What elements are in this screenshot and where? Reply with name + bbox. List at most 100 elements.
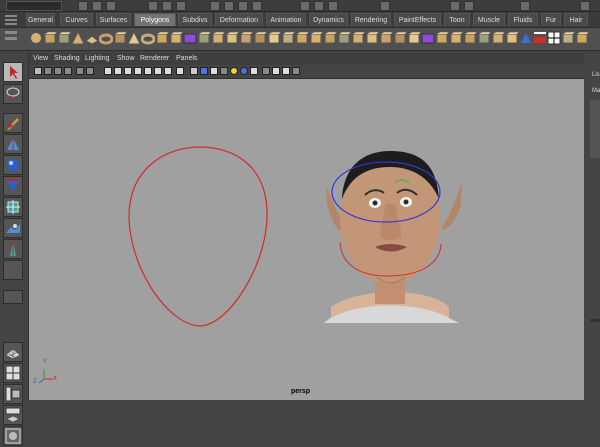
poke-icon[interactable] <box>379 31 394 45</box>
select-hierarchy-icon[interactable] <box>148 1 158 11</box>
tab-general[interactable]: General <box>26 13 55 26</box>
layout-render-icon[interactable] <box>3 426 23 446</box>
channel-box-icon[interactable] <box>464 1 474 11</box>
mirror-icon[interactable] <box>267 31 282 45</box>
wireframe-icon[interactable] <box>176 67 184 75</box>
grid-toggle-icon[interactable] <box>104 67 112 75</box>
field-chart-icon[interactable] <box>144 67 152 75</box>
uv-editor-icon[interactable] <box>547 31 561 45</box>
shelf-options-icon[interactable] <box>5 31 17 47</box>
grease-pencil-icon[interactable] <box>86 67 94 75</box>
layout-four-pane-icon[interactable] <box>3 363 23 383</box>
tab-rendering[interactable]: Rendering <box>351 13 391 26</box>
tab-dynamics[interactable]: Dynamics <box>309 13 348 26</box>
pyramid-icon[interactable] <box>127 30 141 45</box>
separate-icon[interactable] <box>197 31 212 45</box>
bevel-icon[interactable] <box>351 31 366 45</box>
tool-settings-icon[interactable] <box>520 1 530 11</box>
snap-plane-icon[interactable] <box>252 1 262 11</box>
select-component-icon[interactable] <box>176 1 186 11</box>
append-icon[interactable] <box>295 31 310 45</box>
duplicate-face-icon[interactable] <box>407 31 422 45</box>
history-icon[interactable] <box>300 1 310 11</box>
extract-icon[interactable] <box>211 31 226 45</box>
tab-surfaces[interactable]: Surfaces <box>96 13 131 26</box>
planar-icon[interactable] <box>561 31 576 45</box>
nurbs-curve[interactable] <box>128 146 268 327</box>
resolution-gate-icon[interactable] <box>124 67 132 75</box>
sidebar-toggle-icon[interactable] <box>450 1 460 11</box>
boolean-icon[interactable] <box>225 31 240 45</box>
lasso-tool-icon[interactable] <box>3 84 23 104</box>
average-icon[interactable] <box>253 31 268 45</box>
split-icon[interactable] <box>309 31 324 45</box>
combine-icon[interactable] <box>183 31 197 45</box>
high-quality-icon[interactable] <box>250 67 258 75</box>
snap-point-icon[interactable] <box>238 1 248 11</box>
layout-single-pane-icon[interactable] <box>3 342 23 362</box>
shelf-gripper-icon[interactable] <box>5 15 17 25</box>
menu-set-dropdown[interactable] <box>6 1 62 11</box>
open-scene-icon[interactable] <box>92 1 102 11</box>
image-plane-icon[interactable] <box>64 67 72 75</box>
select-tool-icon[interactable] <box>3 62 23 82</box>
paint-select-tool-icon[interactable] <box>3 113 23 133</box>
tab-muscle[interactable]: Muscle <box>473 13 505 26</box>
menu-show[interactable]: Show <box>117 54 135 64</box>
bookmark-icon[interactable] <box>54 67 62 75</box>
tab-fluids[interactable]: Fluids <box>508 13 538 26</box>
select-camera-icon[interactable] <box>34 67 42 75</box>
channel-box-tab-ma[interactable]: Ma <box>592 88 600 94</box>
gate-mask-icon[interactable] <box>134 67 142 75</box>
bridge-icon[interactable] <box>281 31 296 45</box>
safe-title-icon[interactable] <box>164 67 172 75</box>
collapse-icon[interactable] <box>435 31 450 45</box>
safe-action-icon[interactable] <box>154 67 162 75</box>
tab-painteffects[interactable]: PaintEffects <box>394 13 441 26</box>
textured-icon[interactable] <box>220 67 228 75</box>
wireframe-on-shaded-icon[interactable] <box>200 67 208 75</box>
tab-hair[interactable]: Hair <box>564 13 588 26</box>
render-frame-icon[interactable] <box>314 1 324 11</box>
input-line-icon[interactable] <box>380 1 390 11</box>
xray-active-icon[interactable] <box>282 67 290 75</box>
tab-polygons[interactable]: Polygons <box>134 13 176 26</box>
rotate-tool-icon[interactable] <box>3 155 23 175</box>
soccer-ball-icon[interactable] <box>169 31 184 45</box>
helix-icon[interactable] <box>155 31 170 45</box>
head-model[interactable] <box>324 151 462 323</box>
cylindrical-icon[interactable] <box>575 31 590 45</box>
tab-toon[interactable]: Toon <box>444 13 470 26</box>
merge-icon[interactable] <box>421 31 435 45</box>
move-tool-icon[interactable] <box>3 134 23 154</box>
delete-edge-icon[interactable] <box>463 31 478 45</box>
sphere-icon[interactable] <box>29 31 43 45</box>
triangulate-icon[interactable] <box>477 31 492 45</box>
soft-mod-tool-icon[interactable] <box>3 218 23 238</box>
menu-panels[interactable]: Panels <box>176 54 197 64</box>
snap-curve-icon[interactable] <box>224 1 234 11</box>
insert-edge-icon[interactable] <box>323 31 338 45</box>
isolate-select-icon[interactable] <box>262 67 270 75</box>
pipe-icon[interactable] <box>140 31 156 45</box>
tab-fur[interactable]: Fur <box>541 13 561 26</box>
show-manip-tool-icon[interactable] <box>3 239 23 259</box>
xray-joints-icon[interactable] <box>272 67 280 75</box>
menu-lighting[interactable]: Lighting <box>85 54 110 64</box>
xray-icon[interactable] <box>210 67 218 75</box>
smooth-shade-icon[interactable] <box>190 67 198 75</box>
tab-curves[interactable]: Curves <box>60 13 93 26</box>
scene-canvas[interactable] <box>29 79 584 400</box>
prism-icon[interactable] <box>113 31 128 45</box>
channel-box-tab-list[interactable]: Lis <box>592 72 600 78</box>
menu-shading[interactable]: Shading <box>54 54 80 64</box>
offset-edge-icon[interactable] <box>337 31 352 45</box>
use-all-lights-icon[interactable] <box>230 67 238 75</box>
universal-manip-tool-icon[interactable] <box>3 197 23 217</box>
torus-icon[interactable] <box>98 31 114 45</box>
camera-attributes-icon[interactable] <box>44 67 52 75</box>
cone-icon[interactable] <box>71 30 85 45</box>
quadrangulate-icon[interactable] <box>491 31 506 45</box>
cylinder-icon[interactable] <box>57 31 72 45</box>
channel-box-list[interactable] <box>590 100 600 158</box>
